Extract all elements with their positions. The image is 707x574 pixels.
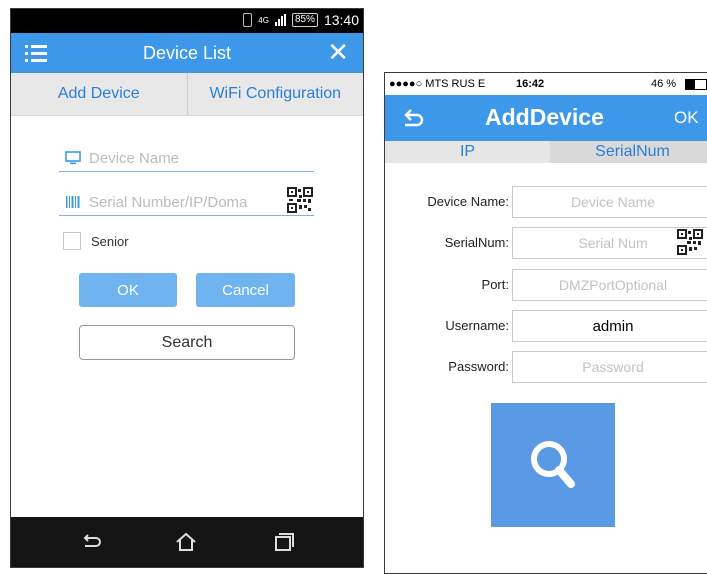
signal-icon (274, 14, 286, 26)
ok-button[interactable]: OK (674, 108, 699, 128)
carrier-label: ●●●●○ MTS RUS E (389, 78, 486, 90)
ios-screen: ●●●●○ MTS RUS E 16:42 46 % AddDevice OK … (384, 72, 707, 574)
senior-checkbox[interactable] (63, 232, 81, 250)
home-icon[interactable] (174, 531, 198, 553)
password-input[interactable]: Password (512, 351, 707, 383)
serialnum-label: SerialNum: (444, 235, 509, 250)
battery-icon (685, 79, 707, 90)
form-row-password: Password: Password (385, 351, 707, 383)
status-time: 13:40 (323, 12, 359, 28)
magnifier-icon (531, 441, 575, 488)
search-button[interactable] (491, 403, 615, 527)
device-name-input[interactable]: Device Name (512, 186, 707, 218)
tab-wifi-configuration[interactable]: WiFi Configuration (186, 73, 363, 115)
battery-percent: 46 % (651, 78, 677, 90)
page-title: AddDevice (485, 104, 604, 130)
form-row-port: Port: DMZPortOptional (385, 269, 707, 301)
tab-serialnum[interactable]: SerialNum (550, 141, 707, 163)
form-row-serialnum: SerialNum: Serial Num (385, 227, 707, 259)
device-name-label: Device Name: (427, 194, 509, 209)
barcode-icon (66, 196, 80, 208)
port-label: Port: (481, 277, 509, 292)
ios-header: AddDevice OK (385, 95, 707, 141)
qr-code-icon[interactable] (677, 229, 703, 255)
senior-label: Senior (91, 233, 129, 249)
back-icon[interactable] (401, 107, 425, 129)
username-label: Username: (445, 318, 509, 333)
form-row-device-name: Device Name: Device Name (385, 186, 707, 218)
cancel-button[interactable]: Cancel (196, 273, 295, 307)
ok-button[interactable]: OK (79, 273, 177, 307)
android-screen: 4G 85% 13:40 Device List ✕ Add Device Wi… (10, 8, 364, 568)
close-icon[interactable]: ✕ (327, 39, 349, 65)
username-input[interactable]: admin (512, 310, 707, 342)
battery-indicator: 85% (291, 13, 318, 27)
senior-row: Senior (63, 231, 129, 251)
vibrate-icon (243, 13, 253, 27)
android-navigation-bar (11, 517, 363, 567)
serial-number-placeholder: Serial Number/IP/Doma (89, 194, 248, 211)
android-header: Device List ✕ (11, 33, 363, 73)
android-status-bar: 4G 85% 13:40 (11, 9, 363, 33)
device-name-placeholder: Device Name (89, 150, 180, 167)
password-label: Password: (448, 359, 509, 374)
device-name-field[interactable]: Device Name (59, 147, 314, 172)
ios-tab-bar: IP SerialNum (385, 141, 707, 163)
port-input[interactable]: DMZPortOptional (512, 269, 707, 301)
serial-number-field[interactable]: Serial Number/IP/Doma (59, 187, 314, 216)
tab-ip[interactable]: IP (385, 141, 550, 163)
recent-apps-icon[interactable] (271, 531, 295, 553)
monitor-icon (65, 151, 81, 165)
page-title: Device List (142, 43, 232, 63)
ios-status-bar: ●●●●○ MTS RUS E 16:42 46 % (385, 73, 707, 95)
qr-code-icon[interactable] (287, 187, 313, 213)
android-tab-bar: Add Device WiFi Configuration (11, 73, 363, 116)
search-button[interactable]: Search (79, 325, 295, 360)
status-time: 16:42 (516, 78, 545, 90)
network-label: 4G (258, 15, 269, 25)
back-icon[interactable] (79, 531, 103, 553)
tab-add-device[interactable]: Add Device (11, 73, 187, 115)
form-row-username: Username: admin (385, 310, 707, 342)
